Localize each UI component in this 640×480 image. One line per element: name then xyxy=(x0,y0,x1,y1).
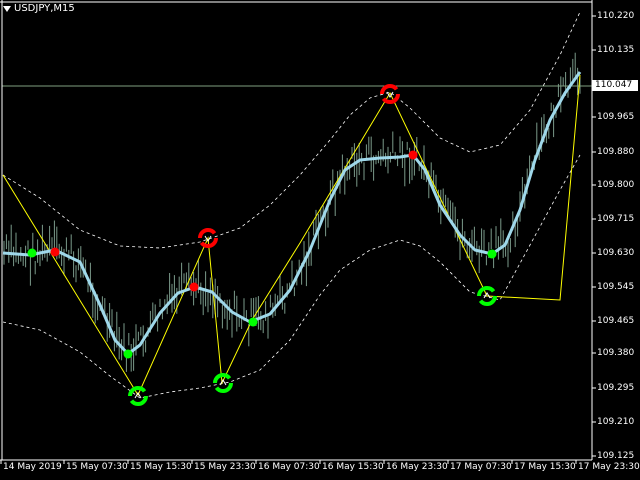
price-axis-label: 110.135 xyxy=(597,45,635,55)
sell-dot-marker xyxy=(189,282,199,292)
price-axis-label: 109.965 xyxy=(597,112,635,122)
time-axis-label: 17 May 07:30 xyxy=(450,462,512,472)
buy-dot-marker xyxy=(123,349,133,359)
sell-dot-marker xyxy=(50,247,60,257)
price-axis-label: 109.880 xyxy=(597,147,635,157)
price-axis-label: 109.800 xyxy=(597,180,635,190)
time-axis-label: 17 May 23:30 xyxy=(578,462,640,472)
time-axis-label: 15 May 15:30 xyxy=(130,462,192,472)
price-axis-label: 109.630 xyxy=(597,248,635,258)
current-price-tag: 110.047 xyxy=(592,80,638,91)
buy-dot-marker xyxy=(487,249,497,259)
symbol-timeframe-text: USDJPY,M15 xyxy=(14,3,75,14)
time-axis-label: 16 May 23:30 xyxy=(386,462,448,472)
price-chart[interactable] xyxy=(0,0,640,480)
time-axis-label: 16 May 07:30 xyxy=(258,462,320,472)
symbol-label: USDJPY,M15 xyxy=(3,3,75,14)
price-axis-label: 109.465 xyxy=(597,316,635,326)
price-axis-label: 110.220 xyxy=(597,11,635,21)
time-axis-label: 15 May 07:30 xyxy=(66,462,128,472)
price-axis-label: 109.210 xyxy=(597,417,635,427)
price-axis-label: 109.545 xyxy=(597,282,635,292)
buy-dot-marker xyxy=(248,317,258,327)
buy-dot-marker xyxy=(27,248,37,258)
time-axis-label: 16 May 15:30 xyxy=(322,462,384,472)
price-axis-label: 109.715 xyxy=(597,214,635,224)
price-axis-label: 109.295 xyxy=(597,383,635,393)
time-axis-label: 17 May 15:30 xyxy=(514,462,576,472)
sell-dot-marker xyxy=(408,150,418,160)
time-axis-label: 15 May 23:30 xyxy=(194,462,256,472)
dropdown-triangle-icon xyxy=(3,5,11,12)
price-axis-label: 109.125 xyxy=(597,451,635,461)
time-axis-label: 14 May 2019 xyxy=(3,462,62,472)
price-axis-label: 109.380 xyxy=(597,348,635,358)
chart-background xyxy=(0,0,640,480)
